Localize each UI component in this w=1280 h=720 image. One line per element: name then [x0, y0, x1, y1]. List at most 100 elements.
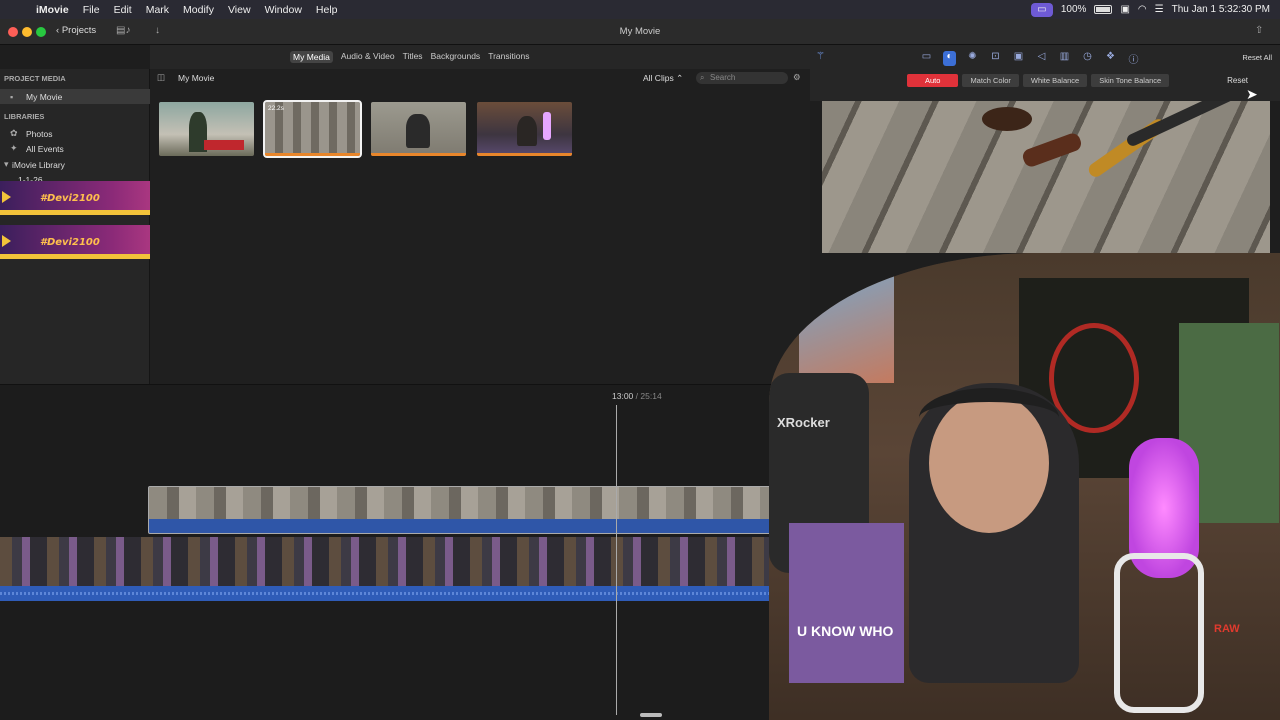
menu-help[interactable]: Help [316, 4, 338, 16]
browser-header: ◫ My Movie All Clips ⌃ ⌕ Search ⚙ [150, 69, 810, 87]
white-balance-button[interactable]: White Balance [1022, 74, 1088, 87]
project-media-header: PROJECT MEDIA [4, 74, 66, 83]
shelf-text: RAW [1214, 623, 1240, 635]
used-clip-indicator [477, 153, 572, 156]
pipe-shape [982, 107, 1032, 131]
auto-button[interactable]: Auto [907, 74, 959, 87]
menu-bar: iMovie File Edit Mark Modify View Window… [0, 0, 1280, 19]
photos-icon: ✿ [10, 128, 18, 138]
screen-share-icon[interactable]: ▣ [1120, 4, 1129, 15]
video-viewer[interactable] [822, 101, 1270, 253]
play-triangle-icon [2, 191, 11, 203]
clip-filmstrip [0, 537, 780, 586]
used-clip-indicator [265, 153, 360, 156]
sidebar-item-my-movie[interactable]: ▪ My Movie [0, 89, 150, 104]
battery-icon[interactable] [1094, 5, 1113, 14]
media-browser: ◫ My Movie All Clips ⌃ ⌕ Search ⚙ 22.2s [150, 69, 810, 384]
search-icon: ⌕ [700, 73, 705, 82]
tab-audio-video[interactable]: Audio & Video [341, 51, 395, 63]
chair-brand-text: XRocker [777, 415, 830, 430]
sidebar-item-label: My Movie [26, 91, 63, 102]
media-thumbnail[interactable] [477, 102, 572, 156]
media-tab-bar: My Media Audio & Video Titles Background… [150, 45, 810, 69]
menu-window[interactable]: Window [265, 4, 302, 16]
reset-button[interactable]: Reset [1227, 76, 1248, 85]
libraries-header: LIBRARIES [4, 112, 45, 121]
window-toolbar: ‹ Projects ▤♪ ↓ My Movie ⇧ [0, 19, 1280, 45]
box-text: U KNOW WHO [797, 623, 894, 639]
info-icon[interactable]: ⓘ [1127, 51, 1140, 66]
tab-backgrounds[interactable]: Backgrounds [431, 51, 481, 63]
crop-icon[interactable]: ⊡ [989, 51, 1002, 66]
headphones-shape [919, 388, 1059, 448]
time-separator: / [635, 391, 639, 401]
speed-icon[interactable]: ◷ [1081, 51, 1094, 66]
stabilization-icon[interactable]: ▣ [1012, 51, 1025, 66]
cutaway-clip[interactable] [148, 486, 780, 534]
tab-titles[interactable]: Titles [403, 51, 423, 63]
clip-filter-value: All Clips [643, 73, 674, 83]
reset-all-button[interactable]: Reset All [1242, 53, 1272, 62]
recording-icon[interactable]: ▭ [1030, 2, 1053, 17]
volume-icon[interactable]: ◁ [1035, 51, 1048, 66]
timeline[interactable]: 13:00 / 25:14 [0, 384, 780, 720]
media-thumbnail-selected[interactable]: 22.2s [263, 100, 362, 158]
current-time: 13:00 [612, 391, 634, 401]
sidebar-item-all-events[interactable]: ✦ All Events [0, 141, 150, 156]
battery-percent: 100% [1060, 4, 1087, 15]
media-thumbnail[interactable] [371, 102, 466, 156]
main-video-clip[interactable] [0, 537, 780, 601]
chevron-down-icon[interactable]: ▾ [4, 159, 10, 170]
person-shape [406, 114, 430, 148]
menu-app-name[interactable]: iMovie [36, 4, 69, 16]
gear-icon[interactable]: ⚙ [793, 72, 801, 83]
tab-transitions[interactable]: Transitions [488, 51, 529, 63]
browser-title: My Movie [178, 73, 215, 83]
wifi-icon[interactable]: ◠ [1138, 4, 1147, 15]
share-icon[interactable]: ⇧ [1255, 25, 1263, 36]
clip-filter-dropdown[interactable]: All Clips ⌃ [643, 73, 683, 84]
lower-third-label: #Devi2100 [40, 237, 100, 248]
mouse-cursor-icon: ➤ [1246, 86, 1258, 102]
noise-reduction-icon[interactable]: ▥ [1058, 51, 1071, 66]
audio-waveform [0, 592, 780, 595]
skin-tone-balance-button[interactable]: Skin Tone Balance [1091, 74, 1170, 87]
adjustment-tools: ▭ ◐ ✺ ⊡ ▣ ◁ ▥ ◷ ❖ ⓘ [920, 51, 1140, 66]
playhead[interactable] [616, 405, 617, 715]
color-correction-icon[interactable]: ✺ [966, 51, 979, 66]
sidebar-item-photos[interactable]: ✿ Photos [0, 126, 150, 141]
search-field[interactable]: ⌕ Search [696, 72, 788, 84]
soap-box [789, 523, 904, 683]
microphone-stand [1114, 553, 1204, 713]
color-balance-icon[interactable]: ◐ [943, 51, 956, 66]
menu-view[interactable]: View [228, 4, 251, 16]
search-placeholder: Search [710, 73, 736, 82]
timeline-scrollbar[interactable] [640, 713, 662, 717]
color-balance-options: Auto Match Color White Balance Skin Tone… [907, 74, 1170, 87]
tab-my-media[interactable]: My Media [290, 51, 333, 63]
play-triangle-icon [2, 235, 11, 247]
menu-clock[interactable]: Thu Jan 1 5:32:30 PM [1172, 4, 1270, 15]
clip-filter-icon[interactable]: ❖ [1104, 51, 1117, 66]
used-clip-indicator [371, 153, 466, 156]
sidebar-item-label: Photos [26, 128, 53, 139]
sidebar-item-imovie-library[interactable]: ▾ iMovie Library [0, 157, 150, 172]
menu-modify[interactable]: Modify [183, 4, 214, 16]
control-center-icon[interactable]: ☰ [1155, 4, 1164, 15]
wood-bench-image [822, 101, 1270, 253]
magic-wand-icon[interactable]: ⚚ [816, 51, 825, 62]
sidebar-item-label: All Events [26, 143, 64, 154]
webcam-overlay: XRocker U KNOW WHO RAW [769, 253, 1280, 720]
total-time: 25:14 [640, 391, 662, 401]
star-icon: ✦ [10, 143, 18, 153]
match-color-button[interactable]: Match Color [962, 74, 1019, 87]
video-overlay-icon[interactable]: ▭ [920, 51, 933, 66]
menu-file[interactable]: File [83, 4, 100, 16]
menu-edit[interactable]: Edit [114, 4, 132, 16]
film-icon: ▪ [10, 91, 14, 102]
menu-mark[interactable]: Mark [146, 4, 169, 16]
timecode-display: 13:00 / 25:14 [612, 391, 662, 401]
media-thumbnail[interactable] [159, 102, 254, 156]
microphone-shape [543, 112, 551, 140]
sidebar-toggle-icon[interactable]: ◫ [157, 72, 165, 83]
